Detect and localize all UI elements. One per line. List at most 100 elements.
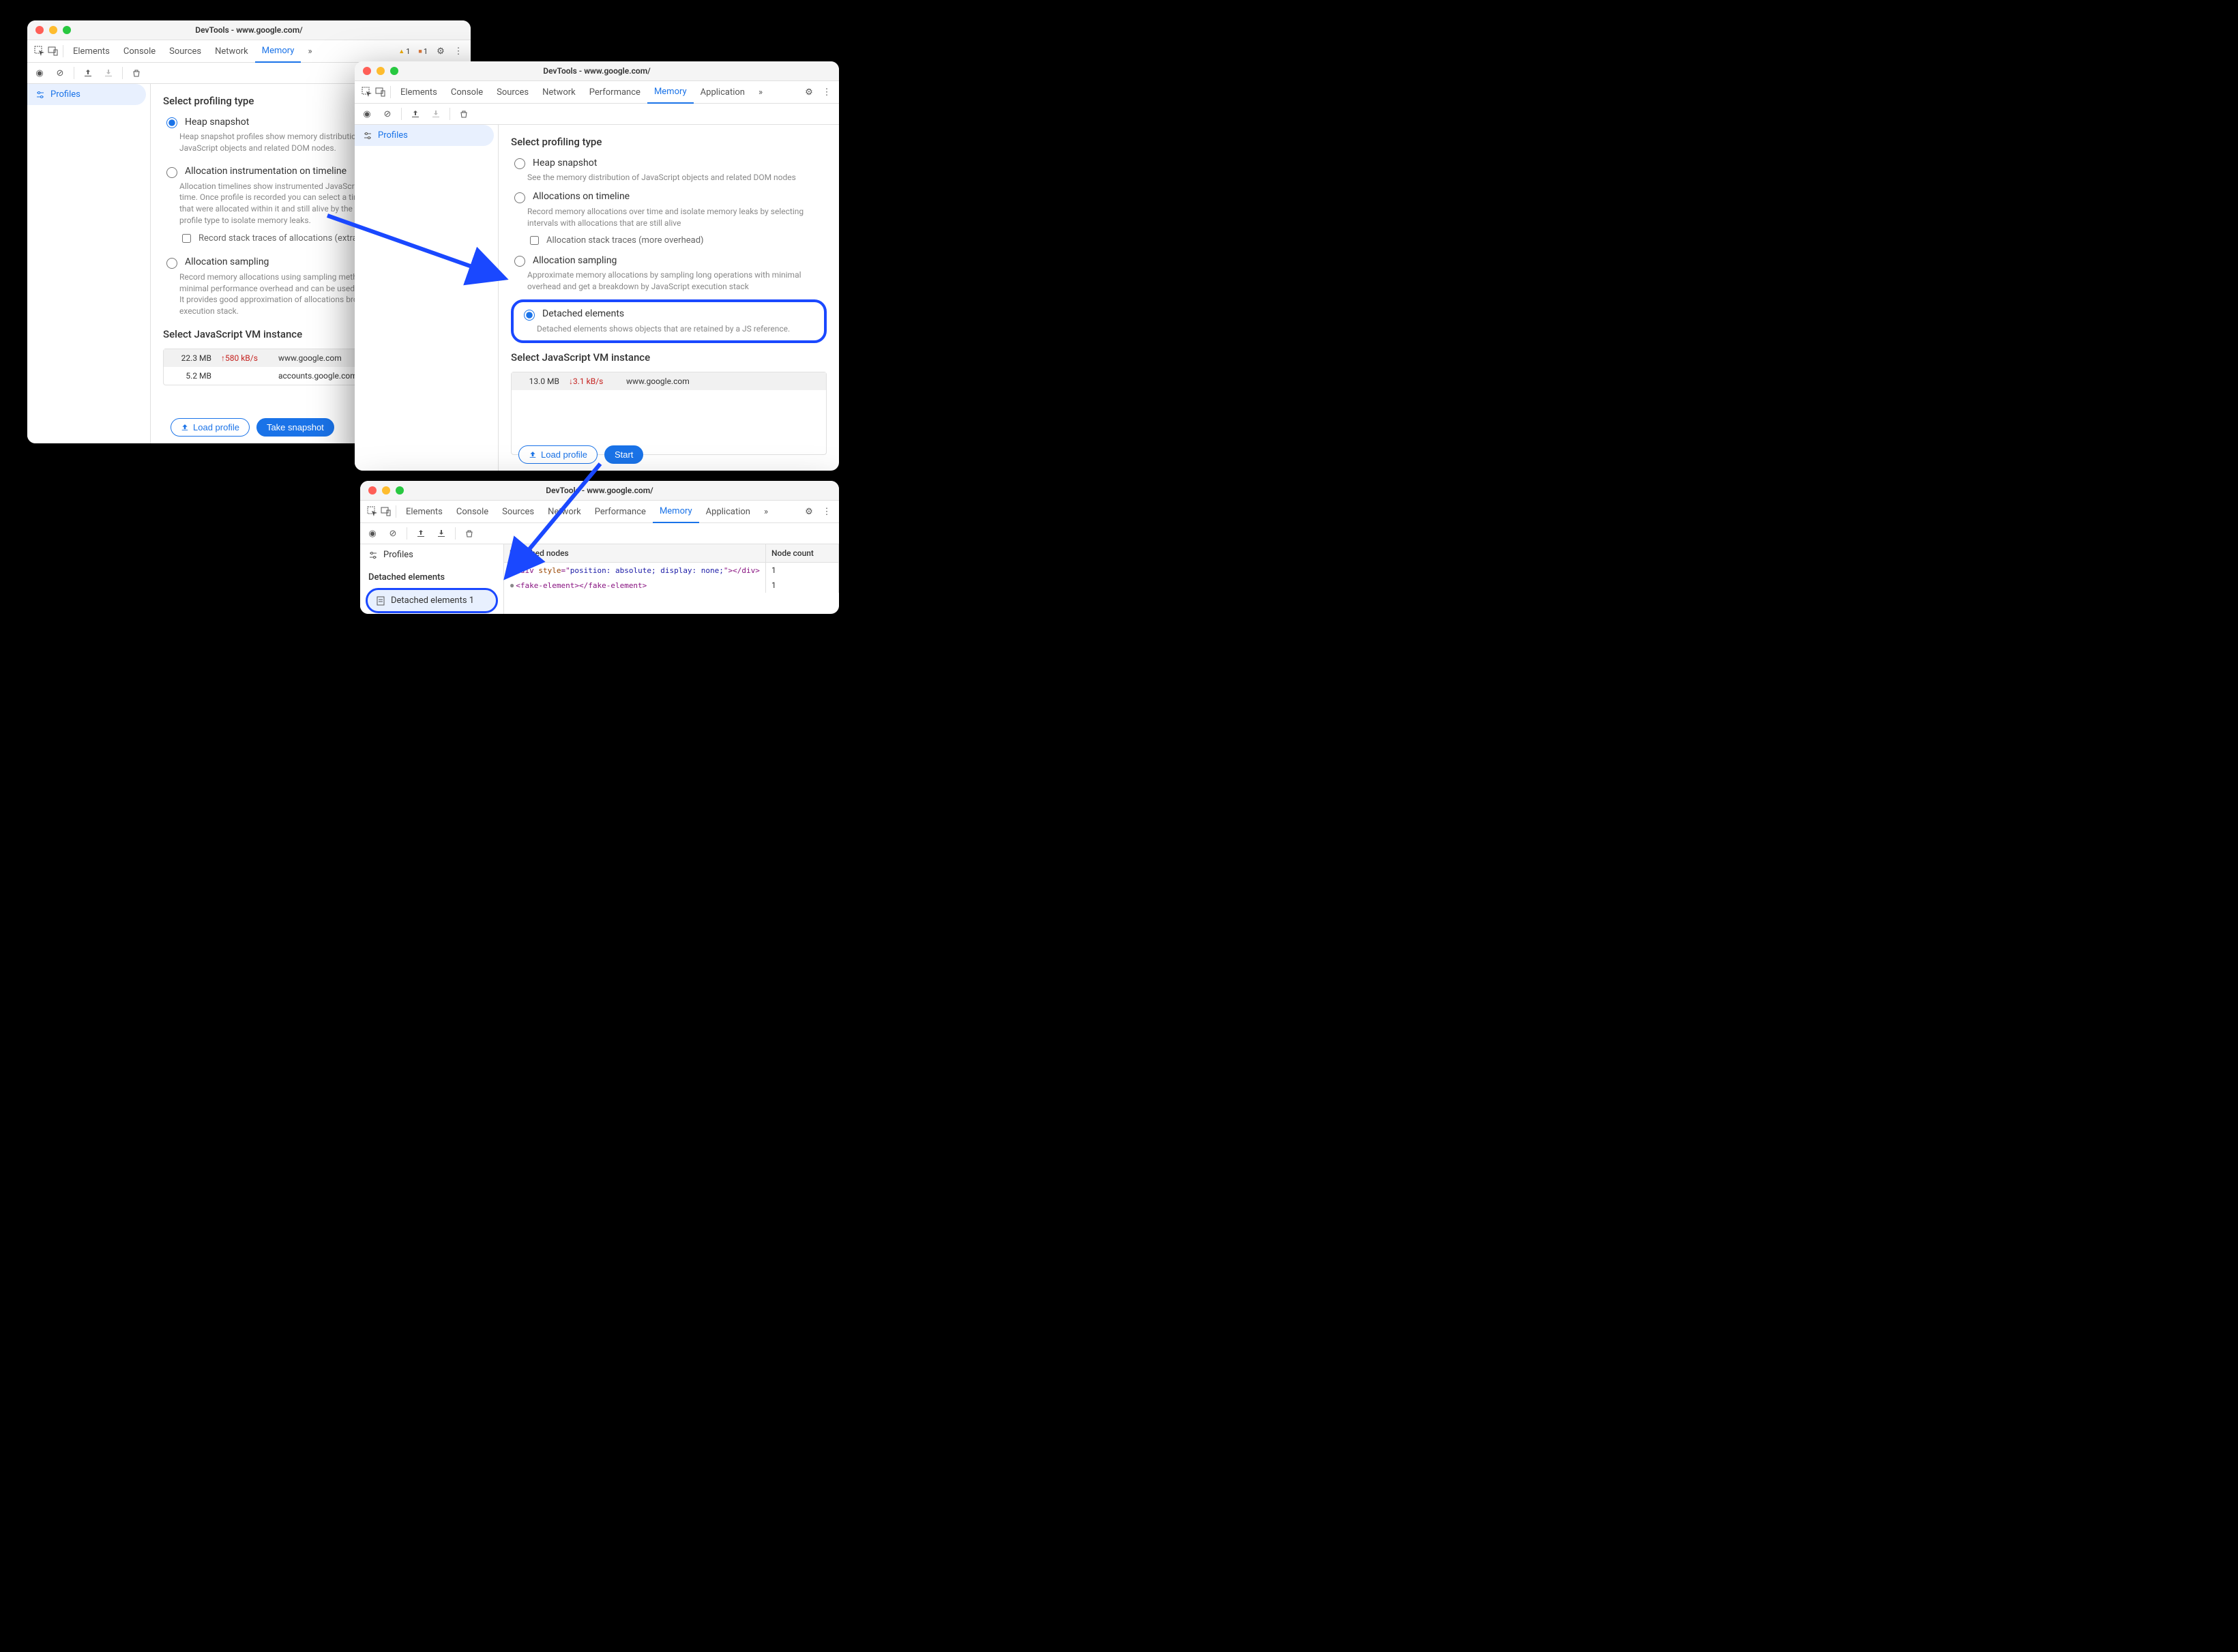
window-title: DevTools - www.google.com/ — [355, 66, 839, 76]
sidebar: Profiles — [27, 84, 151, 443]
minimize-btn[interactable] — [382, 486, 390, 495]
table-row[interactable]: ●<div style="position: absolute; display… — [504, 563, 839, 578]
radio-heap[interactable] — [514, 158, 525, 169]
sidebar-profiles[interactable]: Profiles — [27, 84, 146, 105]
settings-icon[interactable]: ⚙ — [802, 505, 816, 518]
checkbox-stack-traces[interactable] — [182, 234, 191, 243]
sidebar-profiles[interactable]: Profiles — [360, 544, 503, 565]
col-detached-nodes[interactable]: Detached nodes — [504, 544, 766, 563]
more-menu-icon[interactable]: ⋮ — [820, 505, 834, 518]
upload-icon[interactable] — [81, 66, 95, 80]
gc-icon[interactable] — [462, 527, 476, 540]
option-heap-snapshot[interactable]: Heap snapshot See the memory distributio… — [511, 156, 827, 183]
inspect-icon[interactable] — [366, 505, 379, 518]
tab-performance[interactable]: Performance — [583, 81, 647, 103]
close-btn[interactable] — [368, 486, 377, 495]
radio-sampling[interactable] — [166, 258, 177, 269]
gc-icon[interactable] — [457, 107, 471, 121]
tab-memory[interactable]: Memory — [647, 80, 694, 104]
download-icon[interactable] — [435, 527, 448, 540]
inspect-icon[interactable] — [33, 44, 46, 58]
tab-network[interactable]: Network — [535, 81, 583, 103]
table-row[interactable]: ●<fake-element></fake-element> 1 — [504, 578, 839, 593]
settings-icon[interactable]: ⚙ — [434, 44, 447, 58]
vm-row[interactable]: 13.0 MB ↓3.1 kB/s www.google.com — [512, 372, 826, 390]
memory-toolbar: ◉ ⊘ — [355, 104, 839, 125]
take-snapshot-button[interactable]: Take snapshot — [256, 418, 334, 437]
inspect-icon[interactable] — [360, 85, 374, 99]
traffic-lights[interactable] — [368, 486, 404, 495]
tab-more[interactable]: » — [757, 501, 775, 522]
download-icon[interactable] — [102, 66, 115, 80]
tab-application[interactable]: Application — [694, 81, 752, 103]
sliders-icon — [363, 131, 372, 141]
more-menu-icon[interactable]: ⋮ — [820, 85, 834, 99]
tab-application[interactable]: Application — [699, 501, 757, 522]
device-toggle-icon[interactable] — [379, 505, 393, 518]
radio-alloc[interactable] — [514, 192, 525, 203]
col-node-count[interactable]: Node count — [766, 544, 839, 563]
tab-memory[interactable]: Memory — [255, 40, 301, 63]
checkbox-stack-traces[interactable] — [530, 236, 539, 245]
tab-more[interactable]: » — [301, 40, 319, 62]
device-toggle-icon[interactable] — [374, 85, 387, 99]
settings-icon[interactable]: ⚙ — [802, 85, 816, 99]
tab-elements[interactable]: Elements — [394, 81, 444, 103]
tab-elements[interactable]: Elements — [66, 40, 117, 62]
maximize-btn[interactable] — [396, 486, 404, 495]
tab-sources[interactable]: Sources — [162, 40, 208, 62]
tab-console[interactable]: Console — [117, 40, 162, 62]
maximize-btn[interactable] — [390, 67, 398, 75]
upload-icon[interactable] — [409, 107, 422, 121]
sidebar-profiles-label: Profiles — [378, 130, 408, 141]
option-alloc-timeline[interactable]: Allocations on timeline Record memory al… — [511, 190, 827, 248]
minimize-btn[interactable] — [49, 26, 57, 34]
tab-network[interactable]: Network — [541, 501, 588, 522]
close-btn[interactable] — [35, 26, 44, 34]
minimize-btn[interactable] — [377, 67, 385, 75]
tab-elements[interactable]: Elements — [399, 501, 450, 522]
alloc-checkbox-row[interactable]: Allocation stack traces (more overhead) — [527, 234, 827, 247]
load-profile-button[interactable]: Load profile — [171, 418, 250, 437]
record-icon[interactable]: ◉ — [33, 66, 46, 80]
radio-detached[interactable] — [524, 310, 535, 321]
detached-nodes-panel: Detached nodes Node count ●<div style="p… — [504, 544, 839, 614]
load-profile-button[interactable]: Load profile — [518, 445, 598, 464]
tab-console[interactable]: Console — [444, 81, 490, 103]
sidebar-section-heading: Detached elements — [360, 565, 503, 585]
traffic-lights[interactable] — [363, 67, 398, 75]
device-toggle-icon[interactable] — [46, 44, 60, 58]
option-alloc-sampling[interactable]: Allocation sampling Approximate memory a… — [511, 254, 827, 293]
radio-sampling[interactable] — [514, 256, 525, 267]
errors-badge[interactable]: 1 — [416, 46, 430, 57]
tab-sources[interactable]: Sources — [495, 501, 541, 522]
download-icon[interactable] — [429, 107, 443, 121]
tab-performance[interactable]: Performance — [588, 501, 653, 522]
sidebar: Profiles — [355, 125, 499, 471]
close-btn[interactable] — [363, 67, 371, 75]
option-detached-elements[interactable]: Detached elements Detached elements show… — [520, 308, 817, 335]
tab-memory[interactable]: Memory — [653, 500, 699, 523]
start-button[interactable]: Start — [604, 445, 643, 464]
radio-heap[interactable] — [166, 117, 177, 128]
maximize-btn[interactable] — [63, 26, 71, 34]
main-content: Select profiling type Heap snapshot See … — [499, 125, 839, 471]
more-menu-icon[interactable]: ⋮ — [452, 44, 465, 58]
tab-sources[interactable]: Sources — [490, 81, 535, 103]
record-icon[interactable]: ◉ — [360, 107, 374, 121]
tab-more[interactable]: » — [752, 81, 769, 103]
sidebar-profiles[interactable]: Profiles — [355, 125, 494, 146]
traffic-lights[interactable] — [35, 26, 71, 34]
profile-item-detached-1[interactable]: Detached elements 1 — [366, 588, 498, 613]
clear-icon[interactable]: ⊘ — [381, 107, 394, 121]
clear-icon[interactable]: ⊘ — [386, 527, 400, 540]
memory-toolbar: ◉ ⊘ — [360, 523, 839, 544]
clear-icon[interactable]: ⊘ — [53, 66, 67, 80]
radio-alloc[interactable] — [166, 167, 177, 178]
tab-console[interactable]: Console — [450, 501, 495, 522]
record-icon[interactable]: ◉ — [366, 527, 379, 540]
gc-icon[interactable] — [130, 66, 143, 80]
upload-icon[interactable] — [414, 527, 428, 540]
tab-network[interactable]: Network — [208, 40, 255, 62]
warnings-badge[interactable]: 1 — [396, 46, 412, 57]
